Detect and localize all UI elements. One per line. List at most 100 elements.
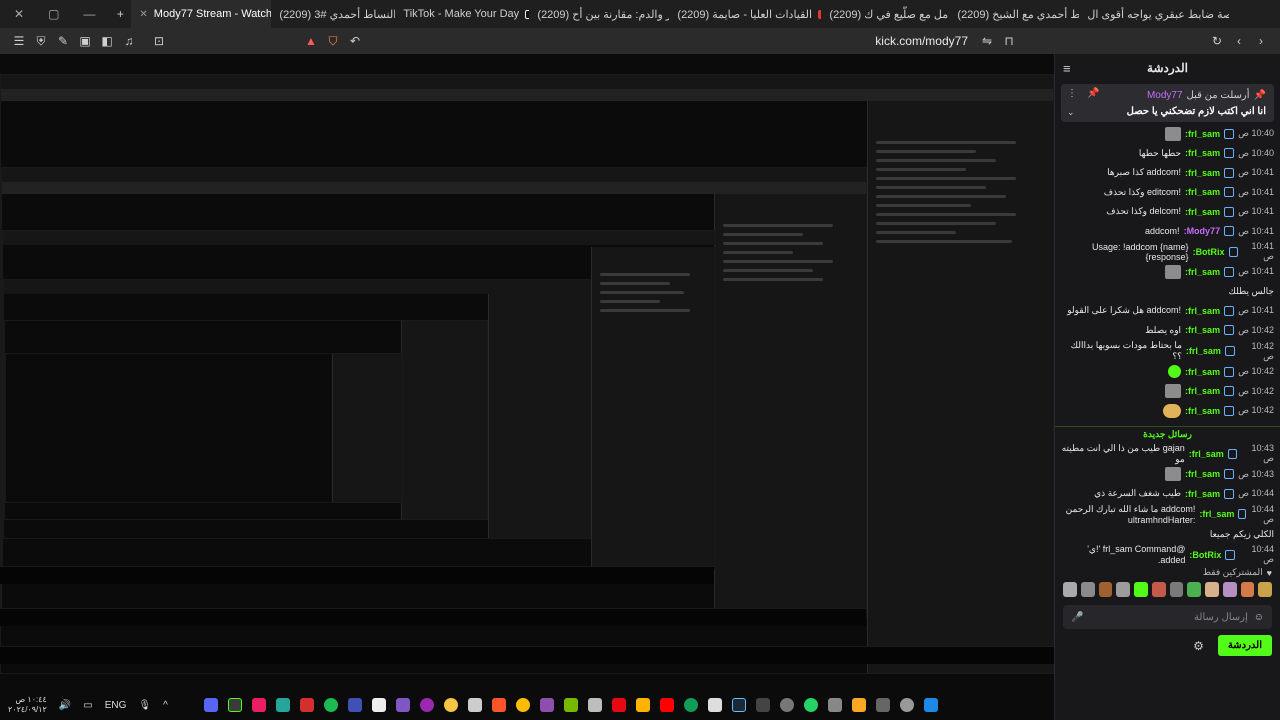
vs-icon[interactable] — [395, 698, 410, 712]
discord-icon[interactable] — [203, 698, 218, 712]
chrome-icon[interactable] — [515, 698, 530, 712]
edge-icon[interactable] — [683, 698, 698, 712]
tiktok-app-icon[interactable] — [251, 698, 266, 712]
kick-app-icon[interactable] — [635, 698, 650, 712]
whatsapp-icon[interactable] — [803, 698, 818, 712]
microphone-icon[interactable]: 🎤 — [1071, 612, 1083, 623]
acrobat-icon[interactable] — [299, 698, 314, 712]
editor-icon[interactable] — [371, 698, 386, 712]
microphone-tray-icon[interactable]: 🎙 — [138, 700, 151, 711]
emote-button[interactable] — [1080, 582, 1095, 597]
store-icon[interactable] — [707, 698, 722, 712]
site-settings-icon[interactable]: ⇋ — [976, 31, 998, 51]
forward-icon[interactable]: › — [1250, 31, 1272, 51]
chat-input[interactable]: ☺ إرسال رسالة 🎤 — [1063, 605, 1272, 629]
collapse-chat-icon[interactable]: ≡ — [1063, 61, 1071, 76]
emote-button[interactable] — [1063, 582, 1077, 597]
network-icon[interactable]: ▭ — [83, 700, 92, 711]
emote-button[interactable] — [1187, 582, 1201, 597]
obs-icon[interactable] — [227, 698, 242, 712]
steam-icon[interactable] — [731, 698, 746, 712]
volume-icon[interactable]: 🔊 — [59, 700, 71, 711]
message-username[interactable]: frl_sam: — [1185, 325, 1220, 335]
address-bar[interactable]: kick.com/mody77 — [875, 34, 968, 48]
brave-icon[interactable] — [491, 698, 506, 712]
tab-youtube[interactable]: قصة ضابط عبقري يواجه أقوى ال — [1079, 0, 1229, 28]
settings-icon[interactable] — [827, 698, 842, 712]
chatgpt-icon[interactable] — [467, 698, 482, 712]
message-username[interactable]: frl_sam: — [1185, 306, 1220, 316]
message-username[interactable]: frl_sam: — [1185, 386, 1220, 396]
taskview-icon[interactable] — [875, 698, 890, 712]
message-username[interactable]: frl_sam: — [1199, 509, 1234, 519]
chevron-down-icon[interactable]: ⌄ — [1067, 107, 1075, 118]
windows-start-icon[interactable] — [923, 698, 938, 712]
youtube-app-icon[interactable] — [659, 698, 674, 712]
close-window-icon[interactable]: ✕ — [14, 7, 24, 21]
bookmark-icon[interactable]: ⊓ — [998, 31, 1020, 51]
message-username[interactable]: frl_sam: — [1189, 449, 1224, 459]
emote-button[interactable] — [1116, 582, 1130, 597]
clock-app-icon[interactable] — [779, 698, 794, 712]
winrar-icon[interactable] — [539, 698, 554, 712]
tab-youtube[interactable]: (2209) سلسلة النساط أحمدي #3 — [271, 0, 395, 28]
epic-icon[interactable] — [755, 698, 770, 712]
tray-overflow-icon[interactable]: ^ — [163, 700, 168, 711]
shield-app-icon[interactable] — [275, 698, 290, 712]
close-tab-icon[interactable]: ✕ — [139, 9, 147, 20]
message-username[interactable]: frl_sam: — [1185, 129, 1220, 139]
reload-icon[interactable]: ↻ — [1206, 31, 1228, 51]
clock[interactable]: ١٠:٤٤ ص ٢٠٢٤/٠٩/١٢ — [8, 695, 47, 715]
unpin-icon[interactable]: 📌 — [1087, 88, 1099, 99]
message-username[interactable]: frl_sam: — [1185, 267, 1220, 277]
message-username[interactable]: frl_sam: — [1185, 187, 1220, 197]
tab-kick-stream[interactable]: ✕ Mody77 Stream - Watch L — [131, 0, 272, 28]
vpn-icon[interactable] — [347, 698, 362, 712]
screenshot-icon[interactable]: ▣ — [74, 31, 96, 51]
language-indicator[interactable]: ENG — [105, 700, 127, 711]
message-username[interactable]: Mody77: — [1184, 226, 1221, 236]
shield-icon[interactable]: ⛨ — [30, 31, 52, 51]
tab-tiktok[interactable]: TikTok - Make Your Day — [395, 0, 530, 28]
pinned-message[interactable]: 📌 أرسلت من قبل Mody77 انا اني اكتب لازم … — [1061, 84, 1274, 122]
message-username[interactable]: frl_sam: — [1185, 489, 1220, 499]
emoji-icon[interactable]: ☺ — [1254, 612, 1264, 623]
alert-icon[interactable]: ▲ — [300, 31, 322, 51]
emote-button[interactable] — [1098, 582, 1113, 597]
message-username[interactable]: frl_sam: — [1185, 406, 1220, 416]
more-options-icon[interactable]: ⋮ — [1067, 88, 1077, 99]
nvidia-icon[interactable] — [563, 698, 578, 712]
emote-button[interactable] — [1258, 582, 1272, 597]
files-icon[interactable] — [587, 698, 602, 712]
extension-icon[interactable]: ✎ — [52, 31, 74, 51]
messenger-icon[interactable] — [419, 698, 434, 712]
message-username[interactable]: frl_sam: — [1186, 346, 1221, 356]
message-username[interactable]: BotRix: — [1189, 550, 1221, 560]
new-tab-button[interactable]: + — [109, 4, 131, 24]
brave-shield-icon[interactable]: ⛉ — [322, 31, 344, 51]
maximize-window-icon[interactable]: ▢ — [48, 7, 59, 21]
tab-manager-icon[interactable]: ⊡ — [148, 31, 170, 51]
back-icon[interactable]: ‹ — [1228, 31, 1250, 51]
tab-youtube[interactable]: (2209) النار والدم: مقارنة بين أح — [529, 0, 669, 28]
emote-button[interactable] — [1240, 582, 1255, 597]
sidebar-icon[interactable]: ◧ — [96, 31, 118, 51]
message-username[interactable]: frl_sam: — [1185, 367, 1220, 377]
emote-button[interactable] — [1151, 582, 1166, 597]
emote-button[interactable] — [1169, 582, 1184, 597]
search-icon[interactable] — [899, 698, 914, 712]
send-chat-button[interactable]: الدردشة — [1217, 635, 1272, 656]
menu-icon[interactable]: ☰ — [8, 31, 30, 51]
stream-video-player[interactable] — [0, 54, 1054, 720]
gear-icon[interactable]: ⚙ — [1193, 639, 1204, 653]
tab-youtube[interactable]: (2209) القيادات العليا - صايمة — [669, 0, 822, 28]
spotify-icon[interactable] — [323, 698, 338, 712]
message-username[interactable]: frl_sam: — [1185, 469, 1220, 479]
netflix-icon[interactable] — [611, 698, 626, 712]
emote-button[interactable] — [1222, 582, 1237, 597]
music-icon[interactable]: ♫ — [118, 31, 140, 51]
message-username[interactable]: frl_sam: — [1185, 207, 1220, 217]
emote-button[interactable] — [1134, 582, 1148, 597]
back-share-icon[interactable]: ↶ — [344, 31, 366, 51]
message-username[interactable]: frl_sam: — [1185, 168, 1220, 178]
